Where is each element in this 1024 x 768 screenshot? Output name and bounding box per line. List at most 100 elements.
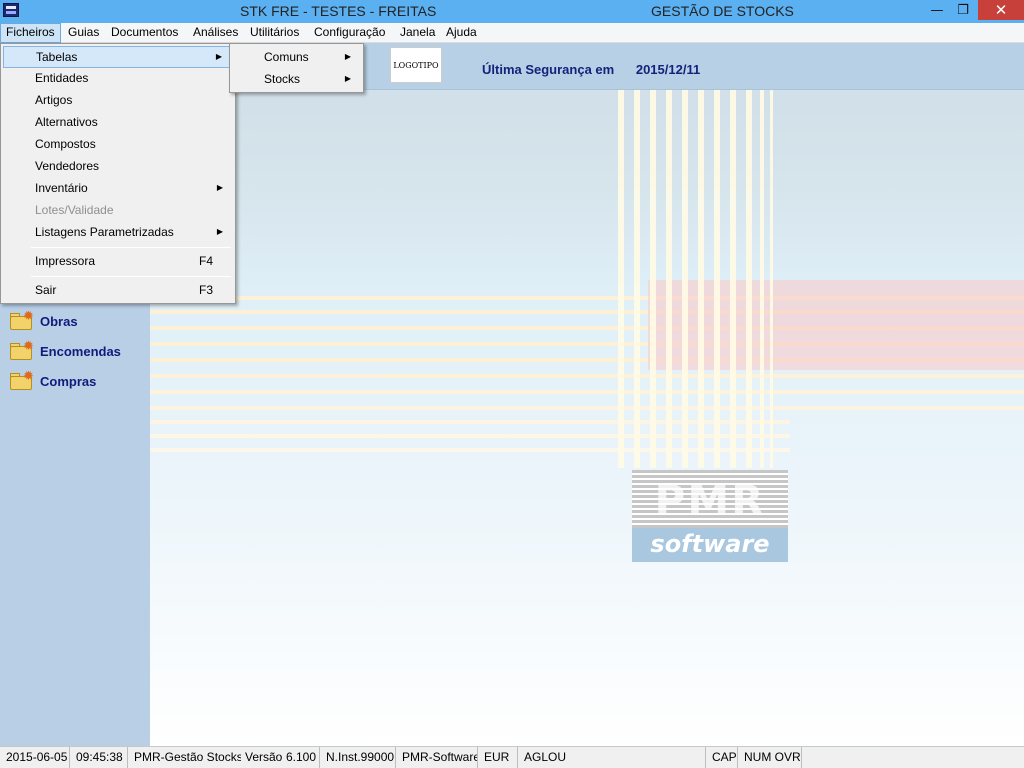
stripe [746,88,752,468]
submenu-arrow-icon: ▶ [216,227,223,236]
stripe [730,88,736,468]
window-subtitle: GESTÃO DE STOCKS [651,3,794,19]
submenu-arrow-icon: ▶ [344,74,351,83]
stripe [150,374,1024,378]
menu-item-label: Entidades [35,71,89,85]
menu-item-tabelas[interactable]: Tabelas ▶ [3,46,233,68]
menu-guias[interactable]: Guias [63,23,104,43]
restore-button[interactable]: ❐ [948,0,978,20]
status-caps-lock: CAP [706,747,738,768]
stripe [770,88,773,468]
stripe [150,448,790,452]
menu-configuracao[interactable]: Configuração [309,23,390,43]
menu-item-shortcut: F3 [198,283,213,297]
main-background [150,43,1024,746]
menu-item-artigos[interactable]: Artigos [3,89,233,111]
menu-item-label: Inventário [35,181,88,195]
menu-item-label: Vendedores [35,159,100,173]
company-logo: LOGOTIPO [390,47,442,83]
stripe [650,88,656,468]
stripe [634,88,640,468]
stripe [666,88,672,468]
pmr-logo-text: PMR [654,476,766,525]
window-title: STK FRE - TESTES - FREITAS [240,3,437,19]
menu-item-compostos[interactable]: Compostos [3,133,233,155]
status-currency: EUR [478,747,518,768]
pmr-software-logo: PMR software [632,470,788,562]
menu-item-listagens-parametrizadas[interactable]: Listagens Parametrizadas ▶ [3,221,233,243]
menu-utilitarios[interactable]: Utilitários [245,23,304,43]
close-button[interactable]: ✕ [978,0,1024,20]
menu-item-label: Alternativos [35,115,98,129]
folder-star-icon: ✹ [10,370,36,392]
status-version-label: Versão [245,750,283,764]
status-date: 2015-06-05 [0,747,70,768]
menu-item-comuns[interactable]: Comuns ▶ [232,46,361,68]
shortcut-label: Encomendas [40,343,121,359]
menu-bar: Ficheiros Guias Documentos Análises Util… [0,23,1024,43]
menu-item-inventario[interactable]: Inventário ▶ [3,177,233,199]
shortcut-label: Compras [40,373,97,389]
status-installation: N.Inst.99000 [320,747,396,768]
status-vendor: PMR-Software [396,747,478,768]
menu-janela[interactable]: Janela [395,23,440,43]
stripe [150,420,790,424]
shortcut-encomendas[interactable]: ✹ Encomendas [10,338,121,364]
menu-item-lotes-validade: Lotes/Validade [3,199,233,221]
app-icon[interactable] [3,3,19,17]
stripe [714,88,720,468]
menu-item-label: Tabelas [36,50,78,64]
status-empty-panel [802,747,1024,768]
menu-item-stocks[interactable]: Stocks ▶ [232,68,361,90]
status-app: PMR-Gestão Stocks [134,750,241,764]
ficheiros-dropdown: Tabelas ▶ Entidades Artigos Alternativos… [0,43,236,304]
menu-item-label: Compostos [35,137,96,151]
last-backup-date: 2015/12/11 [635,62,701,77]
pink-band [648,280,1024,370]
status-version: 6.100 [280,747,320,768]
tabelas-submenu: Comuns ▶ Stocks ▶ [229,43,364,93]
status-user: AGLOU [518,747,706,768]
folder-star-icon: ✹ [10,340,36,362]
menu-item-entidades[interactable]: Entidades [3,67,233,89]
menu-item-label: Lotes/Validade [35,203,114,217]
menu-item-vendedores[interactable]: Vendedores [3,155,233,177]
menu-item-label: Listagens Parametrizadas [35,225,174,239]
stripe [760,88,764,468]
menu-item-label: Comuns [264,50,309,64]
status-bar: 2015-06-05 09:45:38 PMR-Gestão Stocks Ve… [0,746,1024,768]
stripe [618,88,624,468]
shortcut-compras[interactable]: ✹ Compras [10,368,96,394]
menu-item-alternativos[interactable]: Alternativos [3,111,233,133]
stripe [150,390,1024,394]
stripe [698,88,704,468]
last-backup: Última Segurança em 2015/12/11 [482,62,700,77]
submenu-arrow-icon: ▶ [344,52,351,61]
stripe [682,88,688,468]
stripe [150,434,790,438]
menu-documentos[interactable]: Documentos [106,23,183,43]
shortcut-obras[interactable]: ✹ Obras [10,308,78,334]
menu-separator [31,247,231,248]
folder-star-icon: ✹ [10,310,36,332]
shortcut-label: Obras [40,313,78,329]
status-time: 09:45:38 [70,747,128,768]
menu-analises[interactable]: Análises [188,23,243,43]
menu-ajuda[interactable]: Ajuda [441,23,482,43]
menu-item-label: Sair [35,283,57,297]
menu-item-label: Artigos [35,93,73,107]
menu-item-impressora[interactable]: Impressora F4 [3,250,233,272]
menu-ficheiros[interactable]: Ficheiros [0,23,61,43]
menu-item-sair[interactable]: Sair F3 [3,279,233,301]
menu-item-label: Impressora [35,254,96,268]
stripe [150,406,1024,410]
menu-separator [31,276,231,277]
title-bar: STK FRE - TESTES - FREITAS GESTÃO DE STO… [0,0,1024,23]
submenu-arrow-icon: ▶ [216,183,223,192]
software-logo-text: software [632,528,788,562]
status-num-ovr: NUM OVR [738,747,802,768]
last-backup-label: Última Segurança em [482,62,615,77]
menu-item-shortcut: F4 [198,254,213,268]
menu-item-label: Stocks [264,72,301,86]
submenu-arrow-icon: ▶ [215,52,222,61]
